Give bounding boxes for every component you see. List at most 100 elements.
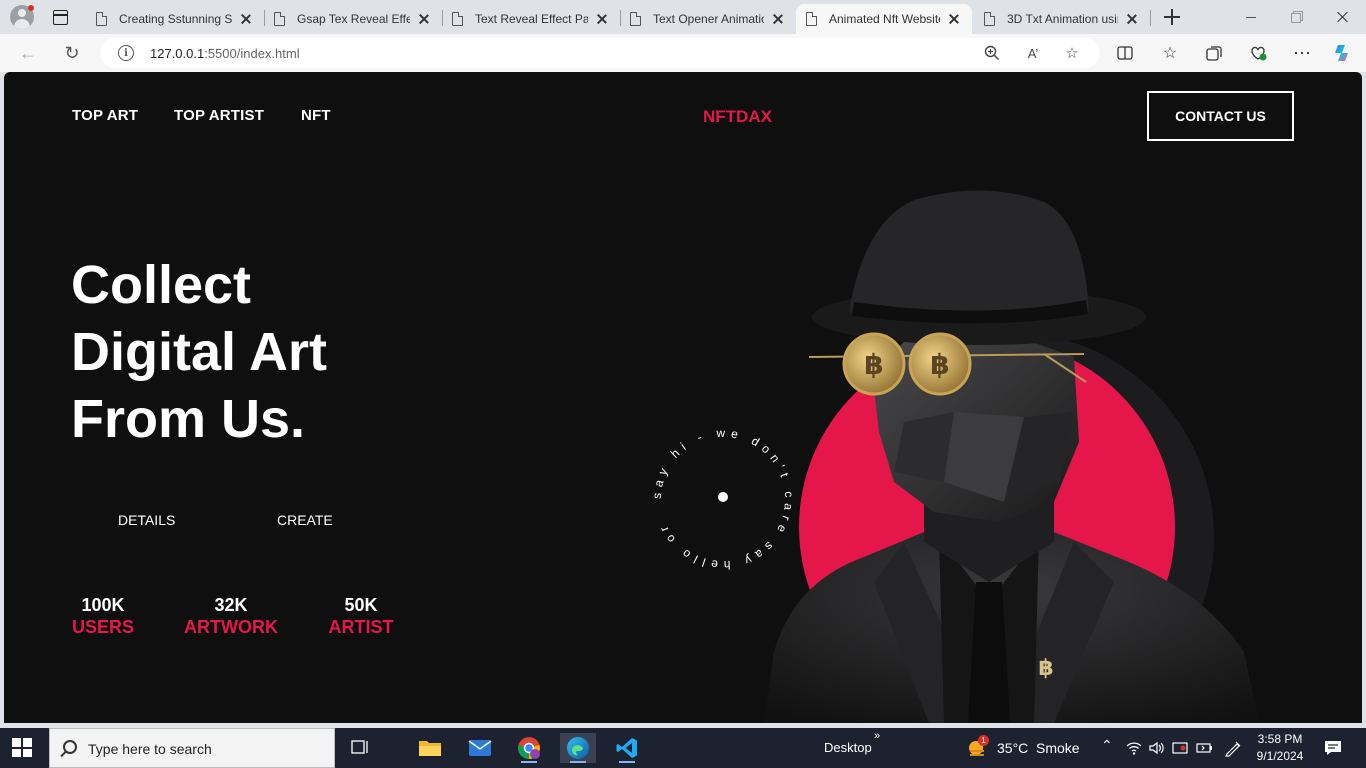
- browser-toolbar: ← ↻ i 127.0.0.1:5500/index.html A’ ☆ ☆ ⋯: [0, 34, 1366, 72]
- read-aloud-icon[interactable]: A’: [1024, 44, 1042, 62]
- clock-time: 3:58 PM: [1257, 732, 1303, 746]
- split-screen-icon[interactable]: [1115, 43, 1135, 63]
- page-viewport: TOP ART TOP ARTIST NFT NFTDAX CONTACT US…: [4, 72, 1362, 723]
- mail-icon[interactable]: [462, 733, 498, 763]
- window-close-icon[interactable]: [1320, 0, 1366, 34]
- browser-tab[interactable]: Text Opener Animatio: [620, 4, 796, 34]
- nft-character-artwork: ฿ ฿ ฿: [764, 190, 1259, 723]
- weather-icon[interactable]: 1: [966, 735, 989, 757]
- svg-text:฿: ฿: [930, 348, 949, 381]
- system-clock[interactable]: 3:58 PM 9/1/2024: [1252, 731, 1308, 765]
- desktop-toolbar-label[interactable]: Desktop: [824, 740, 872, 755]
- svg-text:฿: ฿: [864, 348, 883, 381]
- stat-artist: 50K ARTIST: [324, 594, 398, 638]
- search-placeholder: Type here to search: [88, 741, 212, 757]
- tab-title: Creating Sstunning Sc: [119, 12, 232, 26]
- chrome-icon[interactable]: [511, 733, 547, 763]
- browser-tab[interactable]: 3D Txt Animation usin: [974, 4, 1150, 34]
- close-icon[interactable]: [594, 11, 610, 27]
- tab-divider: [1150, 10, 1151, 26]
- weather-alert-badge: 1: [978, 735, 989, 746]
- stat-value: 100K: [81, 595, 125, 615]
- battery-icon[interactable]: [1196, 740, 1214, 761]
- hero-line-3: From Us.: [71, 389, 306, 449]
- wifi-icon[interactable]: [1126, 740, 1142, 761]
- hero-line-2: Digital Art: [71, 322, 327, 382]
- browser-tab[interactable]: Gsap Tex Reveal Effect: [264, 4, 442, 34]
- stat-users: 100K USERS: [68, 594, 138, 638]
- taskbar-search-box[interactable]: Type here to search: [49, 728, 335, 768]
- new-tab-icon[interactable]: [1162, 7, 1182, 27]
- close-icon[interactable]: [238, 11, 254, 27]
- camera-privacy-icon[interactable]: [1172, 740, 1188, 761]
- hero-line-1: Collect: [71, 255, 252, 315]
- details-button[interactable]: DETAILS: [118, 512, 175, 528]
- notification-dot: [28, 5, 34, 11]
- info-icon[interactable]: i: [118, 45, 134, 61]
- tab-title: Text Opener Animatio: [653, 12, 764, 26]
- close-icon[interactable]: [1124, 11, 1140, 27]
- close-icon[interactable]: [946, 11, 962, 27]
- stat-label: ARTWORK: [184, 617, 278, 637]
- weather-temp[interactable]: 35°C: [997, 740, 1028, 756]
- volume-icon[interactable]: [1148, 740, 1164, 761]
- browser-tab-strip: Creating Sstunning Sc Gsap Tex Reveal Ef…: [0, 0, 1366, 34]
- url-text[interactable]: 127.0.0.1:5500/index.html: [150, 46, 300, 61]
- clock-date: 9/1/2024: [1256, 749, 1304, 763]
- close-icon[interactable]: [770, 11, 786, 27]
- collections-icon[interactable]: [1204, 43, 1224, 63]
- nav-top-art[interactable]: TOP ART: [72, 107, 138, 124]
- document-icon: [630, 12, 641, 26]
- weather-condition[interactable]: Smoke: [1036, 740, 1080, 756]
- address-bar[interactable]: i 127.0.0.1:5500/index.html A’ ☆: [100, 38, 1100, 68]
- windows-start-icon[interactable]: [12, 738, 34, 758]
- browser-tab[interactable]: Creating Sstunning Sc: [86, 4, 264, 34]
- browser-tab-active[interactable]: Animated Nft Website: [796, 4, 972, 34]
- windows-taskbar: Type here to search Desktop » 1 35°C Smo…: [0, 728, 1366, 768]
- notification-center-icon[interactable]: [1324, 739, 1342, 762]
- browser-essentials-icon[interactable]: [1248, 43, 1268, 63]
- document-icon: [806, 12, 817, 26]
- create-button[interactable]: CREATE: [277, 512, 333, 528]
- stat-value: 32K: [214, 595, 248, 615]
- pen-icon[interactable]: [1224, 739, 1242, 762]
- url-host: 127.0.0.1: [150, 46, 205, 61]
- search-icon: [63, 740, 77, 754]
- refresh-icon[interactable]: ↻: [60, 41, 84, 65]
- stat-value: 50K: [344, 595, 378, 615]
- hero-heading: Collect Digital Art From Us.: [71, 252, 327, 453]
- stat-label: ARTIST: [328, 617, 394, 637]
- back-icon[interactable]: ←: [16, 41, 40, 65]
- more-menu-icon[interactable]: ⋯: [1292, 43, 1312, 63]
- circle-center-dot: [718, 492, 728, 502]
- nav-nft[interactable]: NFT: [301, 107, 331, 124]
- brand-logo[interactable]: NFTDAX: [703, 107, 772, 127]
- tab-actions-icon[interactable]: [50, 7, 70, 27]
- tab-title: Text Reveal Effect Part: [475, 12, 588, 26]
- vscode-icon[interactable]: [609, 733, 645, 763]
- url-path: :5500/index.html: [204, 46, 300, 61]
- svg-text:฿: ฿: [1038, 656, 1053, 681]
- chevron-up-icon[interactable]: ⌃: [1101, 737, 1113, 754]
- stat-artwork: 32K ARTWORK: [181, 594, 281, 638]
- document-icon: [984, 12, 995, 26]
- minimize-icon[interactable]: [1228, 0, 1274, 34]
- tab-title: Animated Nft Website: [829, 12, 940, 26]
- document-icon: [452, 12, 463, 26]
- task-view-icon[interactable]: [342, 733, 378, 763]
- favorites-icon[interactable]: ☆: [1160, 43, 1180, 63]
- edge-icon[interactable]: [560, 733, 596, 763]
- copilot-icon[interactable]: [1332, 43, 1352, 63]
- favorite-star-icon[interactable]: ☆: [1063, 44, 1081, 62]
- stat-label: USERS: [71, 617, 134, 637]
- restore-icon[interactable]: [1274, 0, 1320, 34]
- contact-us-button[interactable]: CONTACT US: [1147, 91, 1294, 141]
- file-explorer-icon[interactable]: [412, 733, 448, 763]
- close-icon[interactable]: [416, 11, 432, 27]
- zoom-icon[interactable]: [983, 44, 1001, 62]
- tab-title: 3D Txt Animation usin: [1007, 12, 1118, 26]
- nav-top-artist[interactable]: TOP ARTIST: [174, 107, 264, 124]
- browser-tab[interactable]: Text Reveal Effect Part: [442, 4, 620, 34]
- document-icon: [274, 12, 285, 26]
- chevron-double-icon[interactable]: »: [874, 730, 880, 742]
